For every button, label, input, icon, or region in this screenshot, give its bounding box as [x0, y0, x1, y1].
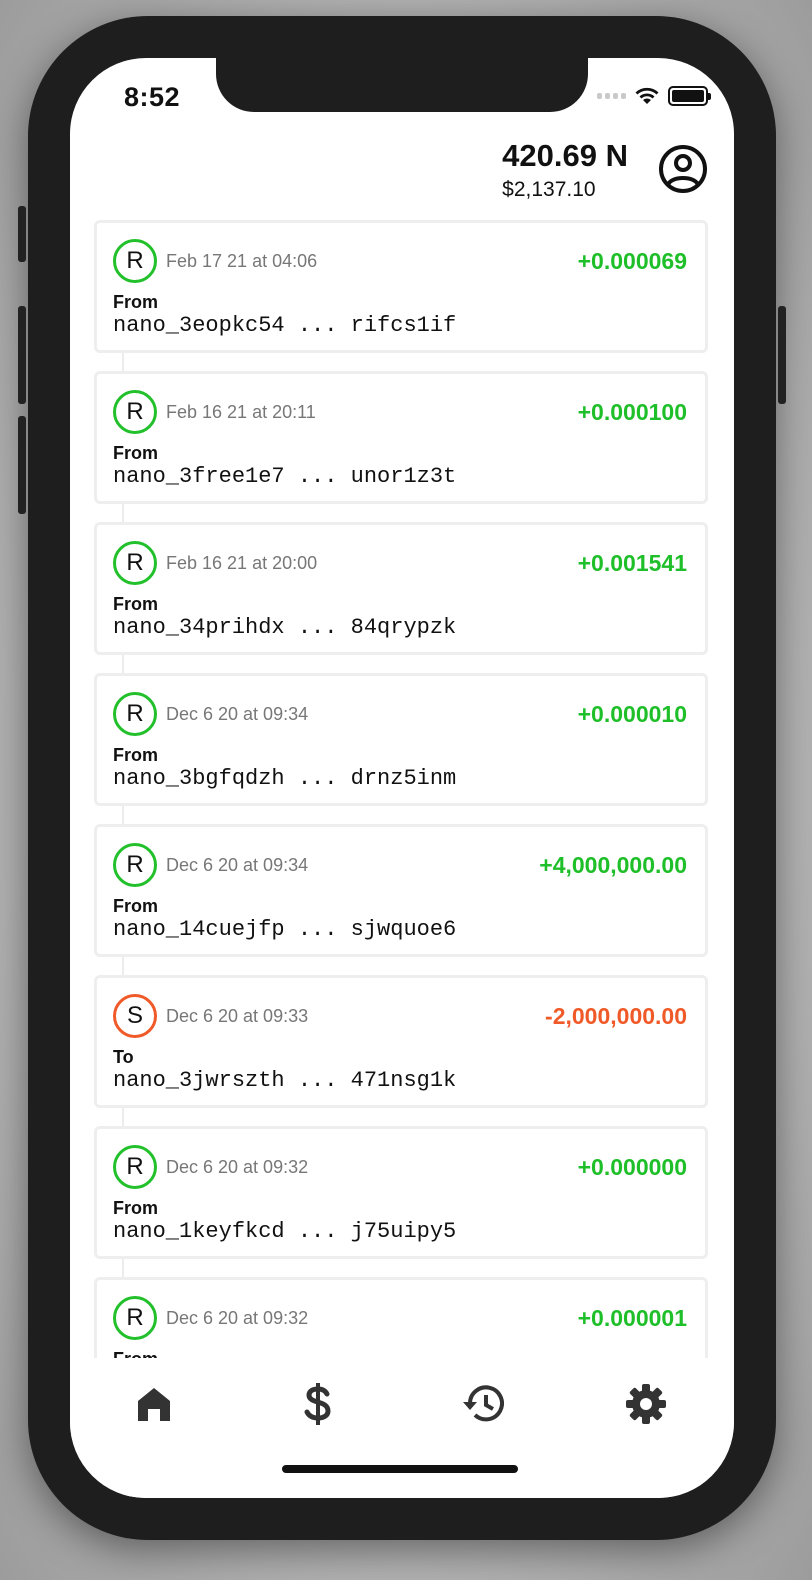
transaction-amount: +0.000001	[577, 1305, 687, 1331]
transaction-date: Feb 16 21 at 20:00	[166, 553, 318, 573]
transaction-direction: From	[113, 443, 158, 463]
history-icon	[463, 1385, 504, 1422]
battery-icon	[668, 86, 711, 106]
tab-send[interactable]	[296, 1382, 340, 1426]
transaction-date: Dec 6 20 at 09:34	[166, 704, 309, 724]
transaction-address: nano_3free1e7 ... unor1z3t	[113, 464, 457, 489]
transaction-amount: +0.000100	[577, 399, 687, 425]
gear-icon	[626, 1384, 666, 1424]
transaction-direction: To	[113, 1047, 134, 1067]
account-button[interactable]	[658, 144, 708, 194]
wifi-icon	[635, 87, 659, 104]
user-icon	[659, 145, 707, 193]
screen: 8:52 420.69 N $2,137.10 R Feb 17 21 at 04…	[70, 58, 734, 1498]
transaction-card[interactable]: R Dec 6 20 at 09:32 +0.000000 From nano_1key…	[94, 1126, 708, 1259]
transaction-card[interactable]: R Dec 6 20 at 09:34 +4,000,000.00 From nano_…	[94, 824, 708, 957]
status-icons	[597, 86, 711, 106]
transaction-amount: +0.001541	[577, 550, 687, 576]
receive-badge: R	[113, 541, 157, 585]
transaction-address: nano_34prihdx ... 84qrypzk	[113, 615, 457, 640]
transaction-direction: From	[113, 745, 158, 765]
transaction-amount: +0.000069	[577, 248, 687, 274]
transaction-card[interactable]: S Dec 6 20 at 09:33 -2,000,000.00 To nano_3j…	[94, 975, 708, 1108]
receive-badge: R	[113, 1145, 157, 1189]
receive-badge: R	[113, 692, 157, 736]
tab-settings[interactable]	[624, 1382, 668, 1426]
transaction-date: Dec 6 20 at 09:32	[166, 1308, 309, 1328]
receive-badge: R	[113, 239, 157, 283]
transaction-card[interactable]: R Feb 16 21 at 20:00 +0.001541 From nano_34p…	[94, 522, 708, 655]
balance-fiat: $2,137.10	[502, 178, 596, 201]
transaction-date: Dec 6 20 at 09:32	[166, 1157, 309, 1177]
transaction-date: Feb 16 21 at 20:11	[166, 402, 316, 422]
transaction-amount: -2,000,000.00	[545, 1003, 687, 1029]
transaction-address: nano_14cuejfp ... sjwquoe6	[113, 917, 457, 942]
transaction-list[interactable]: R Feb 17 21 at 04:06 +0.000069 From nano_3eo…	[94, 220, 708, 1430]
transaction-date: Feb 17 21 at 04:06	[166, 251, 318, 271]
power-button	[778, 306, 786, 404]
send-badge: S	[113, 994, 157, 1038]
status-time: 8:52	[124, 82, 181, 112]
notch	[216, 58, 588, 112]
receive-badge: R	[113, 1296, 157, 1340]
transaction-direction: From	[113, 594, 158, 614]
transaction-card[interactable]: R Dec 6 20 at 09:34 +0.000010 From nano_3bgf…	[94, 673, 708, 806]
balance-amount: 420.69 N	[502, 138, 628, 173]
tab-history[interactable]	[460, 1382, 504, 1426]
tab-home[interactable]	[132, 1382, 176, 1426]
transaction-date: Dec 6 20 at 09:33	[166, 1006, 309, 1026]
transaction-address: nano_3bgfqdzh ... drnz5inm	[113, 766, 457, 791]
home-indicator[interactable]	[282, 1465, 518, 1473]
signal-icon	[597, 93, 626, 99]
transaction-direction: From	[113, 1198, 158, 1218]
receive-badge: R	[113, 390, 157, 434]
transaction-address: nano_3eopkc54 ... rifcs1if	[113, 313, 457, 338]
transaction-date: Dec 6 20 at 09:34	[166, 855, 309, 875]
transaction-amount: +0.000010	[577, 701, 687, 727]
mute-switch	[18, 206, 26, 262]
transaction-card[interactable]: R Feb 16 21 at 20:11 +0.000100 From nano_3fr…	[94, 371, 708, 504]
receive-badge: R	[113, 843, 157, 887]
transaction-direction: From	[113, 292, 158, 312]
volume-up-button	[18, 306, 26, 404]
home-icon	[138, 1388, 170, 1421]
transaction-amount: +4,000,000.00	[539, 852, 687, 878]
transaction-direction: From	[113, 896, 158, 916]
transaction-card[interactable]: R Feb 17 21 at 04:06 +0.000069 From nano_3eo…	[94, 220, 708, 353]
tab-bar	[70, 1358, 734, 1498]
dollar-icon	[304, 1383, 331, 1425]
balance-display: 420.69 N $2,137.10	[502, 138, 628, 202]
volume-down-button	[18, 416, 26, 514]
transaction-address: nano_1keyfkcd ... j75uipy5	[113, 1219, 457, 1244]
transaction-amount: +0.000000	[577, 1154, 687, 1180]
transaction-address: nano_3jwrszth ... 471nsg1k	[113, 1068, 457, 1093]
